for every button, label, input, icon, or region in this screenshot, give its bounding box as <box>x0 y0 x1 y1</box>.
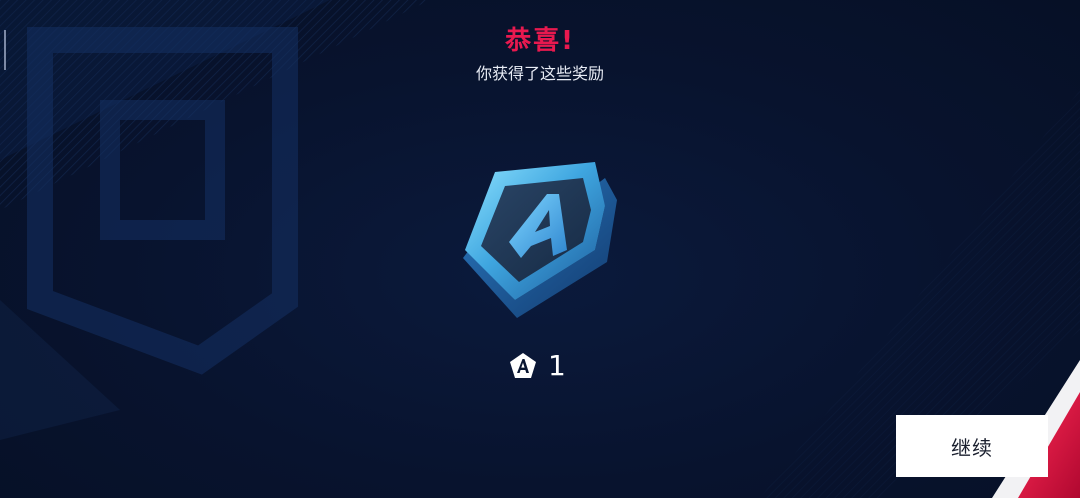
congrats-title: 恭喜! <box>505 26 575 56</box>
reward-count-value: 1 <box>548 349 566 382</box>
reward-subtitle: 你获得了这些奖励 <box>475 64 604 83</box>
a-emblem-small-icon <box>510 353 536 378</box>
reward-count: 1 <box>508 348 566 384</box>
a-emblem-icon <box>463 162 617 318</box>
continue-button[interactable]: 继续 <box>896 415 1048 477</box>
reward-screen: 恭喜! 你获得了这些奖励 1 继续 <box>0 0 1080 498</box>
